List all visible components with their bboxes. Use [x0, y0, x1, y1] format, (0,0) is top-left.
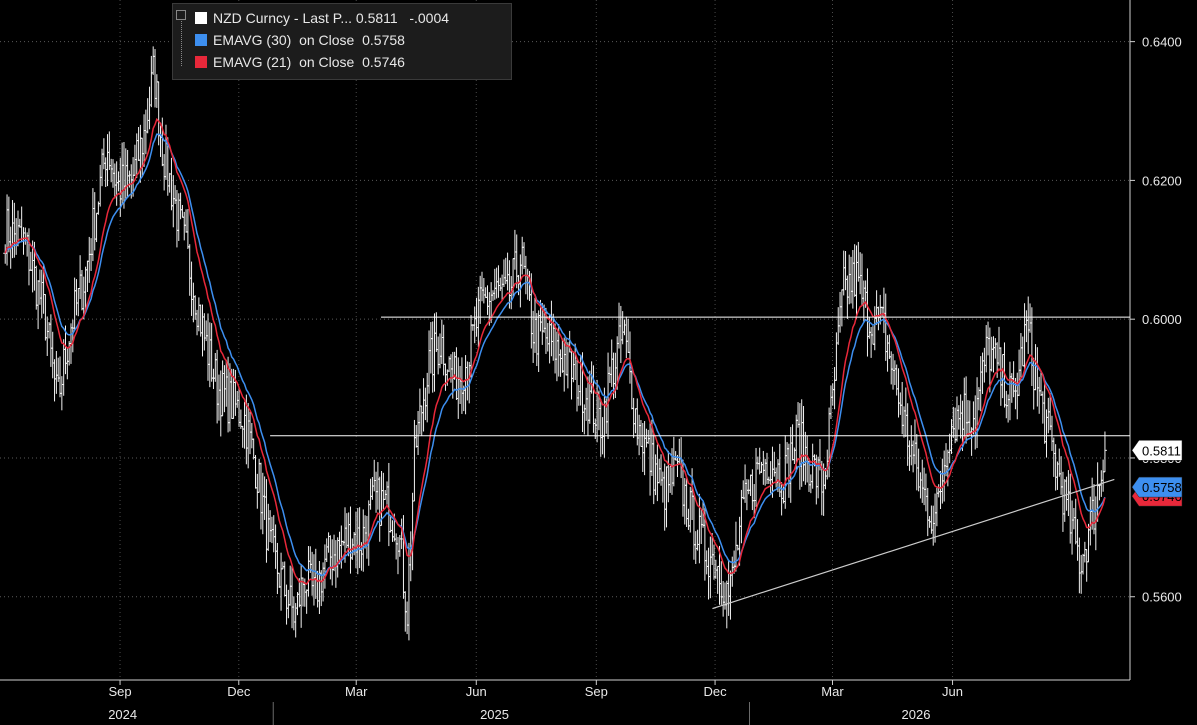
y-tick-label: 0.6200 [1142, 173, 1182, 188]
x-tick-label: Dec [703, 684, 727, 699]
collapse-toggle-icon[interactable] [176, 10, 186, 20]
legend-tree-line [181, 14, 192, 66]
x-tick-label: Jun [466, 684, 487, 699]
last-value-label: 0.5811 [1131, 440, 1183, 461]
legend: NZD Curncy - Last P... 0.5811 -.0004 EMA… [172, 3, 512, 80]
x-tick-label: Dec [227, 684, 251, 699]
legend-item-ema30[interactable]: EMAVG (30) on Close 0.5758 [195, 31, 405, 49]
legend-label-ema21: EMAVG (21) on Close 0.5746 [213, 54, 405, 70]
year-label: 2026 [902, 707, 931, 722]
legend-label-price: NZD Curncy - Last P... 0.5811 -.0004 [213, 10, 450, 26]
trendline [712, 478, 1115, 610]
x-tick-label: Sep [585, 684, 608, 699]
x-tick-label: Mar [345, 684, 368, 699]
legend-label-ema30: EMAVG (30) on Close 0.5758 [213, 32, 405, 48]
legend-item-price[interactable]: NZD Curncy - Last P... 0.5811 -.0004 [195, 9, 449, 27]
price-bars [3, 46, 1107, 641]
year-label: 2024 [108, 707, 137, 722]
last-value-label: 0.5758 [1131, 476, 1183, 498]
legend-swatch-ema30 [195, 34, 207, 46]
legend-item-ema21[interactable]: EMAVG (21) on Close 0.5746 [195, 53, 405, 71]
last-value-text: 0.5811 [1142, 443, 1181, 458]
x-tick-label: Jun [942, 684, 963, 699]
x-tick-label: Mar [821, 684, 844, 699]
legend-swatch-ema21 [195, 56, 207, 68]
price-chart: 0.64000.62000.60000.58000.5600SepDecMarJ… [0, 0, 1183, 725]
y-tick-label: 0.5600 [1142, 590, 1182, 605]
x-tick-label: Sep [108, 684, 131, 699]
year-label: 2025 [480, 707, 509, 722]
y-tick-label: 0.6000 [1142, 312, 1182, 327]
legend-swatch-price [195, 12, 207, 24]
y-tick-label: 0.6400 [1142, 35, 1182, 50]
last-value-text: 0.5758 [1142, 480, 1182, 495]
